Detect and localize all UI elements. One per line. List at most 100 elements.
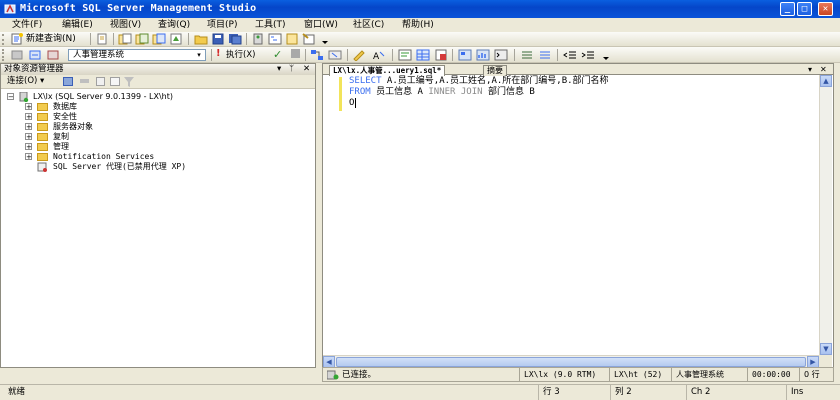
- expand-toggle-icon[interactable]: +: [25, 143, 32, 151]
- decrease-indent-icon[interactable]: [563, 49, 577, 61]
- tree-node-label: 复制: [53, 132, 69, 141]
- stop-icon[interactable]: [96, 77, 105, 86]
- dropdown-arrow-icon[interactable]: ▾: [277, 64, 281, 75]
- open-file-icon[interactable]: [194, 33, 208, 45]
- mdx-query-icon[interactable]: [152, 33, 166, 45]
- dmx-query-icon[interactable]: [169, 33, 183, 45]
- status-column: 列 2: [610, 385, 686, 400]
- save-all-icon[interactable]: [228, 33, 242, 45]
- menu-help[interactable]: 帮助(H): [402, 19, 434, 31]
- scroll-up-icon[interactable]: ▲: [820, 75, 832, 87]
- tab-list-arrow-icon[interactable]: ▾: [808, 64, 812, 75]
- comment-lines-icon[interactable]: [520, 49, 534, 61]
- execute-icon: !: [216, 48, 221, 59]
- object-explorer-icon[interactable]: [268, 33, 282, 45]
- sqlcmd-mode-icon[interactable]: [494, 49, 508, 61]
- toolbar-grip[interactable]: [2, 34, 7, 45]
- code-line-2[interactable]: FROM 员工信息 A INNER JOIN 部门信息 B: [349, 87, 535, 98]
- tree-node-label: 管理: [53, 142, 69, 151]
- pin-icon[interactable]: ᛘ: [289, 64, 294, 75]
- vertical-scrollbar[interactable]: ▲ ▼: [819, 75, 832, 355]
- increase-indent-icon[interactable]: [581, 49, 595, 61]
- server-version: LX\lx (9.0 RTM): [519, 368, 609, 382]
- refresh-icon[interactable]: [110, 77, 120, 86]
- menu-tools[interactable]: 工具(T): [255, 19, 286, 31]
- menu-view[interactable]: 视图(V): [110, 19, 141, 31]
- code-line-1[interactable]: SELECT A.员工编号,A.员工姓名,A.所在部门编号,B.部门名称: [349, 76, 609, 87]
- connect-icon[interactable]: [10, 49, 24, 61]
- tab-query1[interactable]: LX\lx.人事管...uery1.sql*: [329, 65, 446, 76]
- sql-keyword: FROM: [349, 87, 371, 97]
- results-to-file-icon[interactable]: [434, 49, 448, 61]
- menu-window[interactable]: 窗口(W): [304, 19, 338, 31]
- include-client-statistics-icon[interactable]: [476, 49, 490, 61]
- menu-project[interactable]: 项目(P): [207, 19, 237, 31]
- menu-edit[interactable]: 编辑(E): [62, 19, 93, 31]
- scroll-down-icon[interactable]: ▼: [820, 343, 832, 355]
- filter-icon[interactable]: [124, 77, 134, 87]
- expand-toggle-icon[interactable]: +: [25, 133, 32, 141]
- tab-summary[interactable]: 摘要: [483, 65, 507, 76]
- status-char: Ch 2: [686, 385, 786, 400]
- current-database: 人事管理系统: [671, 368, 747, 382]
- toolbar-separator: [392, 49, 393, 61]
- query-designer-icon[interactable]: [328, 49, 342, 61]
- disconnect-icon[interactable]: [80, 79, 89, 83]
- expand-toggle-icon[interactable]: +: [25, 123, 32, 131]
- expand-toggle-icon[interactable]: +: [25, 113, 32, 121]
- title-bar[interactable]: Microsoft SQL Server Management Studio _…: [0, 0, 840, 18]
- database-engine-query-icon[interactable]: [118, 33, 132, 45]
- connect-dropdown-button[interactable]: 连接(O) ▾: [7, 75, 44, 88]
- maximize-button[interactable]: □: [797, 2, 812, 16]
- template-explorer-icon[interactable]: [285, 33, 299, 45]
- object-explorer-header: 对象资源管理器 ▾ ᛘ ✕: [1, 64, 315, 75]
- change-connection-icon[interactable]: [28, 49, 42, 61]
- close-panel-icon[interactable]: ✕: [303, 64, 310, 75]
- folder-icon: [37, 123, 48, 131]
- login-user: LX\ht (52): [609, 368, 671, 382]
- standard-toolbar: 新建查询(N): [0, 32, 840, 47]
- analysis-services-query-icon[interactable]: [135, 33, 149, 45]
- toolbar-options-icon[interactable]: [599, 49, 613, 61]
- code-line-3[interactable]: O: [349, 98, 357, 109]
- connect-object-explorer-icon[interactable]: [63, 77, 73, 86]
- horizontal-scrollbar[interactable]: ◀ ▶: [323, 355, 819, 368]
- collapse-toggle-icon[interactable]: −: [7, 93, 14, 101]
- results-to-grid-icon[interactable]: [416, 49, 430, 61]
- connection-status: 已连接。: [342, 370, 377, 380]
- registered-servers-icon[interactable]: [251, 33, 265, 45]
- properties-icon[interactable]: [302, 33, 316, 45]
- close-document-icon[interactable]: ✕: [820, 64, 827, 75]
- minimize-button[interactable]: _: [780, 2, 795, 16]
- results-to-text-icon[interactable]: [398, 49, 412, 61]
- toolbar-grip[interactable]: [2, 49, 7, 61]
- status-ready: 就绪: [8, 387, 26, 397]
- close-button[interactable]: ✕: [818, 2, 833, 16]
- scroll-thumb[interactable]: [336, 357, 806, 367]
- specify-template-values-icon[interactable]: [352, 49, 366, 61]
- disconnect-icon[interactable]: [46, 49, 60, 61]
- toolbar-options-icon[interactable]: [318, 33, 332, 45]
- object-explorer-title: 对象资源管理器: [4, 64, 64, 74]
- menu-query[interactable]: 查询(Q): [158, 19, 190, 31]
- display-estimated-plan-icon[interactable]: [310, 49, 324, 61]
- document-icon[interactable]: [95, 33, 109, 45]
- cancel-query-icon[interactable]: [291, 49, 300, 58]
- tree-node-label: 安全性: [53, 112, 77, 121]
- toolbar-separator: [514, 49, 515, 61]
- folder-icon: [37, 143, 48, 151]
- sql-editor-toolbar: 人事管理系统 ▾ ! 执行(X) ✓ A: [0, 47, 840, 63]
- uncomment-lines-icon[interactable]: [538, 49, 552, 61]
- include-actual-plan-icon[interactable]: [458, 49, 472, 61]
- chevron-down-icon[interactable]: ▾: [194, 50, 204, 60]
- parse-checkmark-icon[interactable]: ✓: [273, 48, 282, 61]
- save-icon[interactable]: [211, 33, 225, 45]
- menu-community[interactable]: 社区(C): [353, 19, 384, 31]
- new-query-button[interactable]: 新建查询(N): [26, 33, 76, 46]
- expand-toggle-icon[interactable]: +: [25, 153, 32, 161]
- intellisense-icon[interactable]: A: [372, 49, 386, 61]
- expand-toggle-icon[interactable]: +: [25, 103, 32, 111]
- execute-button[interactable]: 执行(X): [226, 49, 255, 61]
- menu-file[interactable]: 文件(F): [12, 19, 42, 31]
- database-select[interactable]: 人事管理系统 ▾: [68, 49, 206, 61]
